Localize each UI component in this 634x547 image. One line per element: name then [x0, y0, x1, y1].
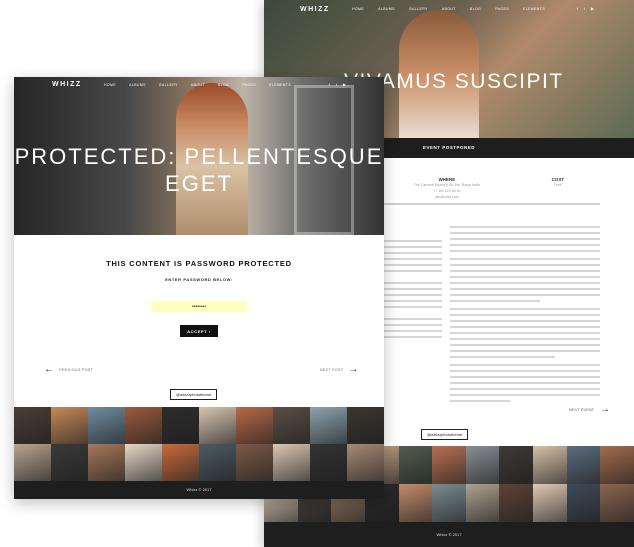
front-hero-image: WHIZZ HOME ALBUMS GALLERY ABOUT BLOG PAG…: [14, 77, 384, 235]
front-nav-item[interactable]: BLOG: [218, 83, 229, 87]
back-nav-item[interactable]: GALLERY: [409, 7, 428, 11]
instagram-photo[interactable]: [566, 446, 601, 484]
instagram-photo[interactable]: [236, 444, 273, 481]
showcase-stage: WHIZZ HOME ALBUMS GALLERY ABOUT BLOG PAG…: [0, 0, 634, 547]
instagram-photo[interactable]: [273, 407, 310, 444]
instagram-photo[interactable]: [600, 446, 634, 484]
back-text-column: [450, 226, 600, 408]
instagram-photo[interactable]: [14, 407, 51, 444]
back-instagram-badge[interactable]: @whizzphototheme: [421, 429, 469, 440]
front-nav-item[interactable]: HOME: [104, 83, 116, 87]
youtube-icon[interactable]: ▶: [343, 82, 346, 87]
instagram-photo[interactable]: [51, 444, 88, 481]
previous-post-label: PREVIOUS POST: [59, 367, 94, 372]
twitter-icon[interactable]: t: [584, 6, 585, 11]
front-nav-item[interactable]: ELEMENTS: [269, 83, 291, 87]
instagram-photo[interactable]: [125, 444, 162, 481]
instagram-photo[interactable]: [199, 444, 236, 481]
front-nav-item[interactable]: GALLERY: [159, 83, 178, 87]
event-cost: COST Free: [552, 177, 565, 200]
instagram-photo[interactable]: [465, 484, 500, 522]
password-label: ENTER PASSWORD BELOW:: [165, 277, 233, 282]
instagram-photo[interactable]: [499, 484, 534, 522]
instagram-photo[interactable]: [310, 407, 347, 444]
back-nav-item[interactable]: PAGES: [495, 7, 509, 11]
arrow-left-icon: ←: [44, 364, 55, 375]
event-where-line: info@whiz.com: [434, 195, 459, 199]
back-logo[interactable]: WHIZZ: [300, 6, 330, 13]
event-where: WHERE The Carnival Room(9) Av. Del, Borg…: [414, 177, 480, 200]
instagram-photo[interactable]: [162, 407, 199, 444]
front-page-screenshot: WHIZZ HOME ALBUMS GALLERY ABOUT BLOG PAG…: [14, 77, 384, 499]
accept-button[interactable]: ACCEPT ›: [180, 325, 218, 337]
front-instagram-grid: [14, 407, 384, 481]
back-next-event-link[interactable]: NEXT EVENT →: [569, 404, 610, 415]
front-nav-item[interactable]: ABOUT: [191, 83, 205, 87]
protected-heading: THIS CONTENT IS PASSWORD PROTECTED: [106, 259, 292, 268]
instagram-photo[interactable]: [88, 444, 125, 481]
front-nav-item[interactable]: ALBUMS: [129, 83, 146, 87]
instagram-photo[interactable]: [499, 446, 534, 484]
instagram-photo[interactable]: [88, 407, 125, 444]
event-cost-value: Free: [554, 183, 562, 187]
next-event-label: NEXT EVENT: [569, 407, 595, 412]
instagram-photo[interactable]: [347, 444, 384, 481]
instagram-photo[interactable]: [199, 407, 236, 444]
password-input[interactable]: [151, 301, 247, 312]
event-details: WHERE The Carnival Room(9) Av. Del, Borg…: [378, 174, 600, 205]
back-nav-item[interactable]: ABOUT: [442, 7, 456, 11]
previous-post-link[interactable]: ← PREVIOUS POST: [44, 364, 93, 375]
facebook-icon[interactable]: f: [577, 6, 578, 11]
front-hero-title: PROTECTED: PELLENTESQUE EGET: [14, 144, 384, 196]
instagram-photo[interactable]: [125, 407, 162, 444]
instagram-photo[interactable]: [398, 484, 433, 522]
instagram-photo[interactable]: [162, 444, 199, 481]
twitter-icon[interactable]: t: [336, 82, 337, 87]
back-text-column-left: [384, 240, 442, 342]
divider: [378, 203, 600, 205]
instagram-photo[interactable]: [432, 446, 466, 484]
front-nav-item[interactable]: PAGES: [242, 83, 256, 87]
next-post-label: NEXT POST: [320, 367, 344, 372]
instagram-photo[interactable]: [14, 444, 51, 481]
front-footer: Whizz © 2017: [14, 481, 384, 499]
instagram-photo[interactable]: [533, 484, 567, 522]
instagram-photo[interactable]: [432, 484, 466, 522]
front-social-icons: f t ▶: [329, 82, 346, 87]
instagram-photo[interactable]: [310, 444, 347, 481]
arrow-right-icon: →: [600, 404, 611, 415]
instagram-photo[interactable]: [566, 484, 601, 522]
instagram-photo[interactable]: [465, 446, 500, 484]
next-post-link[interactable]: NEXT POST →: [320, 364, 359, 375]
front-instagram-badge[interactable]: @whizzphototheme: [170, 389, 218, 400]
front-logo[interactable]: WHIZZ: [52, 81, 82, 88]
instagram-photo[interactable]: [398, 446, 433, 484]
youtube-icon[interactable]: ▶: [591, 6, 594, 11]
instagram-photo[interactable]: [600, 484, 634, 522]
back-nav-item[interactable]: ALBUMS: [378, 7, 395, 11]
instagram-photo[interactable]: [533, 446, 567, 484]
back-social-icons: f t ▶: [577, 6, 594, 11]
instagram-photo[interactable]: [273, 444, 310, 481]
back-nav-item[interactable]: HOME: [352, 7, 364, 11]
facebook-icon[interactable]: f: [329, 82, 330, 87]
back-nav-item[interactable]: BLOG: [470, 7, 481, 11]
back-nav-menu: HOME ALBUMS GALLERY ABOUT BLOG PAGES ELE…: [352, 7, 545, 11]
instagram-photo[interactable]: [347, 407, 384, 444]
back-nav-item[interactable]: ELEMENTS: [523, 7, 545, 11]
front-nav-menu: HOME ALBUMS GALLERY ABOUT BLOG PAGES ELE…: [104, 83, 291, 87]
back-footer: Whizz © 2017: [264, 522, 634, 547]
instagram-photo[interactable]: [236, 407, 273, 444]
arrow-right-icon: →: [348, 364, 359, 375]
instagram-photo[interactable]: [51, 407, 88, 444]
